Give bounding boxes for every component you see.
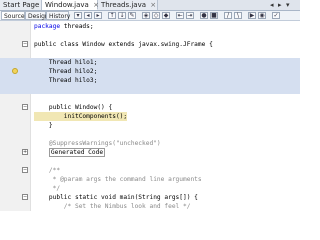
code-text: /* Set the Nimbus look and feel */ bbox=[34, 203, 191, 210]
tab-start-page[interactable]: Start Page × bbox=[0, 0, 49, 10]
editor-tab-bar: Start Page × Window.java × Threads.java … bbox=[0, 0, 300, 11]
debug-file-icon[interactable]: ◉ bbox=[258, 12, 266, 19]
code-line-selected[interactable]: Thread hilo1; bbox=[0, 58, 300, 67]
code-line[interactable]: */ bbox=[0, 184, 300, 193]
test-icon[interactable]: ✓ bbox=[272, 12, 280, 19]
keyword: package bbox=[34, 23, 61, 30]
code-text: Generated Code bbox=[34, 148, 106, 157]
code-line[interactable]: package threads; bbox=[0, 22, 300, 31]
code-line[interactable]: − public static void main(String args[])… bbox=[0, 193, 300, 202]
code-text: * @param args the command line arguments bbox=[34, 176, 202, 183]
close-icon[interactable]: × bbox=[150, 1, 156, 9]
code-text: initComponents(); bbox=[34, 112, 128, 121]
editor-toolbar: Source Design History ▾ ◂ ▸ ↑ ↓ ✎ ◈ ◇ ◆ … bbox=[0, 11, 300, 21]
code-text: public Window() { bbox=[34, 104, 113, 111]
code-line[interactable]: } bbox=[0, 121, 300, 130]
code-text: Thread hilo1; bbox=[34, 59, 98, 66]
code-text: public class Window extends javax.swing.… bbox=[34, 41, 213, 48]
shift-left-icon[interactable]: ⇤ bbox=[176, 12, 184, 19]
scroll-right-icon[interactable]: ▸ bbox=[278, 0, 282, 10]
code-line-selected[interactable]: Thread hilo2; bbox=[0, 67, 300, 76]
comment-icon[interactable]: / bbox=[224, 12, 232, 19]
back-icon[interactable]: ◂ bbox=[84, 12, 92, 19]
run-file-icon[interactable]: ▶ bbox=[248, 12, 256, 19]
last-edit-icon[interactable]: ▾ bbox=[74, 12, 82, 19]
previous-bookmark-icon[interactable]: ◈ bbox=[142, 12, 150, 19]
code-text: /** bbox=[34, 167, 61, 174]
tab-threads-java[interactable]: Threads.java × bbox=[98, 0, 158, 10]
tab-list-icon[interactable]: ▾ bbox=[286, 0, 290, 10]
code-line[interactable]: @SuppressWarnings("unchecked") bbox=[0, 139, 300, 148]
code-line-selected[interactable]: Thread hilo3; bbox=[0, 76, 300, 85]
fold-collapse-icon[interactable]: − bbox=[22, 167, 28, 173]
fold-collapse-icon[interactable]: − bbox=[22, 41, 28, 47]
stop-macro-icon[interactable]: ■ bbox=[210, 12, 218, 19]
tab-label: Window.java bbox=[45, 1, 89, 9]
tab-label: Threads.java bbox=[101, 1, 147, 9]
design-view-button[interactable]: Design bbox=[25, 11, 49, 20]
code-line[interactable]: + Generated Code bbox=[0, 148, 300, 157]
fold-expand-icon[interactable]: + bbox=[22, 149, 28, 155]
code-text: public static void main(String args[]) { bbox=[34, 194, 198, 201]
next-bookmark-icon[interactable]: ◇ bbox=[152, 12, 160, 19]
code-line-selected[interactable] bbox=[0, 85, 300, 94]
toggle-bookmark-icon[interactable]: ◆ bbox=[162, 12, 170, 19]
shift-right-icon[interactable]: ⇥ bbox=[186, 12, 194, 19]
code-line[interactable]: /* Set the Nimbus look and feel */ bbox=[0, 202, 300, 211]
code-text: package threads; bbox=[34, 23, 94, 30]
scroll-left-icon[interactable]: ◂ bbox=[270, 0, 274, 10]
fold-collapse-icon[interactable]: − bbox=[22, 194, 28, 200]
hint-bulb-icon[interactable] bbox=[12, 68, 18, 74]
code-line[interactable]: − public class Window extends javax.swin… bbox=[0, 40, 300, 49]
source-view-button[interactable]: Source bbox=[1, 11, 25, 20]
code-text: Thread hilo2; bbox=[34, 68, 98, 75]
code-text: Thread hilo3; bbox=[34, 77, 98, 84]
code-text: @SuppressWarnings("unchecked") bbox=[34, 140, 161, 147]
folded-code-block[interactable]: Generated Code bbox=[48, 148, 106, 157]
code-text: */ bbox=[34, 185, 61, 192]
code-text: } bbox=[34, 122, 53, 129]
tab-window-java[interactable]: Window.java × bbox=[42, 0, 99, 10]
code-editor[interactable]: package threads; − public class Window e… bbox=[0, 21, 300, 211]
code-line[interactable]: * @param args the command line arguments bbox=[0, 175, 300, 184]
history-view-button[interactable]: History bbox=[46, 11, 70, 20]
start-macro-icon[interactable]: ● bbox=[200, 12, 208, 19]
code-line[interactable]: − /** bbox=[0, 166, 300, 175]
forward-icon[interactable]: ▸ bbox=[94, 12, 102, 19]
code-line[interactable]: − public Window() { bbox=[0, 103, 300, 112]
code-line[interactable]: initComponents(); bbox=[0, 112, 300, 121]
tab-label: Start Page bbox=[3, 1, 40, 9]
find-next-icon[interactable]: ↓ bbox=[118, 12, 126, 19]
uncomment-icon[interactable]: \ bbox=[234, 12, 242, 19]
find-previous-icon[interactable]: ↑ bbox=[108, 12, 116, 19]
toggle-highlight-icon[interactable]: ✎ bbox=[128, 12, 136, 19]
fold-collapse-icon[interactable]: − bbox=[22, 104, 28, 110]
